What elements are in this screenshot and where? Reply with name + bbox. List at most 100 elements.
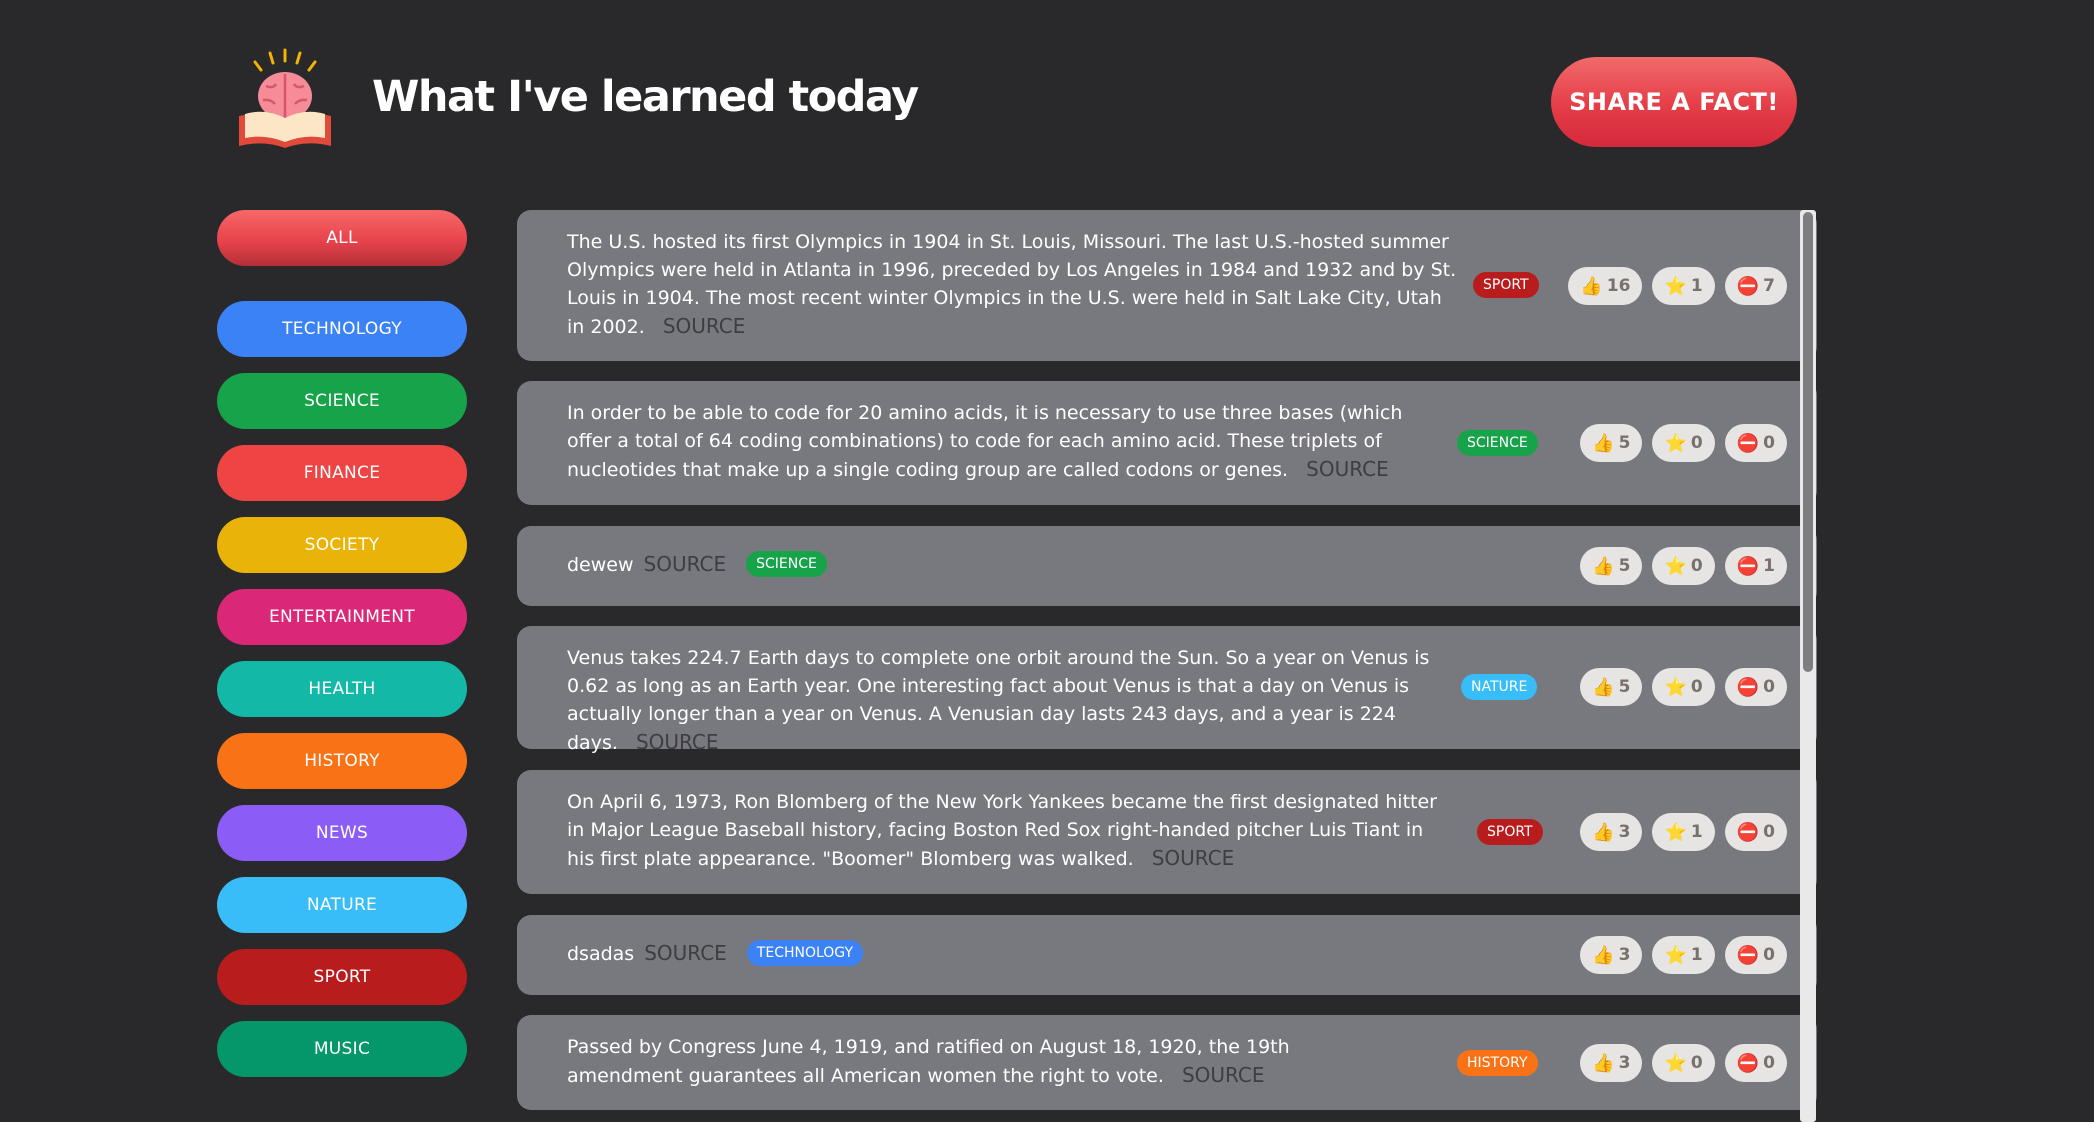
dislike-count: 0 (1763, 822, 1775, 842)
dislike-button[interactable]: ⛔ 0 (1724, 424, 1787, 462)
star-button[interactable]: ⭐ 0 (1652, 424, 1715, 462)
dislike-button[interactable]: ⛔ 0 (1724, 936, 1787, 974)
thumbs-up-icon: 👍 (1592, 555, 1615, 577)
dislike-count: 1 (1763, 556, 1775, 576)
fact-text: The U.S. hosted its first Olympics in 19… (567, 228, 1457, 341)
source-link[interactable]: SOURCE (1152, 846, 1235, 870)
star-count: 0 (1690, 1053, 1703, 1073)
dislike-button[interactable]: ⛔ 7 (1724, 267, 1787, 305)
no-entry-icon: ⛔ (1736, 676, 1760, 698)
category-finance-button[interactable]: FINANCE (217, 445, 467, 501)
fact-item: Venus takes 224.7 Earth days to complete… (517, 626, 1817, 754)
category-technology-button[interactable]: TECHNOLOGY (217, 301, 467, 357)
star-icon: ⭐ (1664, 1052, 1687, 1074)
dislike-count: 0 (1763, 433, 1775, 453)
category-tag: SCIENCE (1457, 430, 1538, 456)
thumbs-up-icon: 👍 (1592, 1052, 1615, 1074)
fact-text: dewew SOURCE SCIENCE (567, 550, 1467, 579)
category-history-button[interactable]: HISTORY (217, 733, 467, 789)
star-count: 1 (1690, 822, 1703, 842)
fact-item: dewew SOURCE SCIENCE 👍 5 ⭐ 0 ⛔ 1 (517, 526, 1817, 606)
thumbs-up-icon: 👍 (1580, 275, 1603, 297)
no-entry-icon: ⛔ (1736, 944, 1760, 966)
no-entry-icon: ⛔ (1736, 555, 1760, 577)
fact-body: dsadas (567, 943, 635, 965)
like-button[interactable]: 👍 3 (1580, 1044, 1643, 1082)
facts-scrollbar[interactable] (1800, 210, 1816, 1122)
fact-item: dsadas SOURCE TECHNOLOGY 👍 3 ⭐ 1 ⛔ 0 (517, 915, 1817, 995)
source-link[interactable]: SOURCE (1306, 457, 1389, 481)
star-icon: ⭐ (1664, 944, 1687, 966)
like-button[interactable]: 👍 3 (1580, 813, 1643, 851)
like-count: 5 (1618, 433, 1631, 453)
source-link[interactable]: SOURCE (636, 730, 719, 754)
star-button[interactable]: ⭐ 1 (1652, 936, 1715, 974)
like-count: 5 (1618, 677, 1631, 697)
fact-text: Passed by Congress June 4, 1919, and rat… (567, 1033, 1387, 1090)
thumbs-up-icon: 👍 (1592, 432, 1615, 454)
source-link[interactable]: SOURCE (644, 552, 727, 576)
fact-item: On April 6, 1973, Ron Blomberg of the Ne… (517, 770, 1817, 894)
dislike-button[interactable]: ⛔ 0 (1724, 813, 1787, 851)
like-button[interactable]: 👍 5 (1580, 547, 1643, 585)
vote-buttons: 👍 5 ⭐ 0 ⛔ 0 (1580, 424, 1787, 462)
no-entry-icon: ⛔ (1736, 275, 1760, 297)
dislike-button[interactable]: ⛔ 0 (1724, 1044, 1787, 1082)
source-link[interactable]: SOURCE (1182, 1063, 1265, 1087)
thumbs-up-icon: 👍 (1592, 821, 1615, 843)
category-tag: NATURE (1461, 674, 1538, 700)
vote-buttons: 👍 5 ⭐ 0 ⛔ 1 (1580, 547, 1787, 585)
like-button[interactable]: 👍 3 (1580, 936, 1643, 974)
no-entry-icon: ⛔ (1736, 821, 1760, 843)
category-health-button[interactable]: HEALTH (217, 661, 467, 717)
category-society-button[interactable]: SOCIETY (217, 517, 467, 573)
dislike-button[interactable]: ⛔ 1 (1724, 547, 1787, 585)
dislike-count: 0 (1763, 1053, 1775, 1073)
star-button[interactable]: ⭐ 0 (1652, 547, 1715, 585)
vote-buttons: 👍 3 ⭐ 0 ⛔ 0 (1580, 1044, 1787, 1082)
like-button[interactable]: 👍 16 (1568, 267, 1643, 305)
vote-buttons: 👍 3 ⭐ 1 ⛔ 0 (1580, 936, 1787, 974)
like-button[interactable]: 👍 5 (1580, 424, 1643, 462)
category-sport-button[interactable]: SPORT (217, 949, 467, 1005)
category-nature-button[interactable]: NATURE (217, 877, 467, 933)
fact-body: dewew (567, 554, 634, 576)
like-button[interactable]: 👍 5 (1580, 668, 1643, 706)
category-tag: SCIENCE (746, 550, 827, 577)
thumbs-up-icon: 👍 (1592, 676, 1615, 698)
category-tag: SPORT (1477, 819, 1543, 845)
fact-item: The U.S. hosted its first Olympics in 19… (517, 210, 1817, 361)
like-count: 5 (1618, 556, 1631, 576)
category-entertainment-button[interactable]: ENTERTAINMENT (217, 589, 467, 645)
dislike-count: 7 (1763, 276, 1775, 296)
star-button[interactable]: ⭐ 0 (1652, 1044, 1715, 1082)
fact-text: On April 6, 1973, Ron Blomberg of the Ne… (567, 788, 1447, 873)
header: What I've learned today SHARE A FACT! (217, 40, 1797, 170)
scrollbar-thumb[interactable] (1803, 212, 1813, 672)
no-entry-icon: ⛔ (1736, 1052, 1760, 1074)
star-button[interactable]: ⭐ 1 (1652, 813, 1715, 851)
category-news-button[interactable]: NEWS (217, 805, 467, 861)
star-count: 0 (1690, 677, 1703, 697)
category-all-button[interactable]: ALL (217, 210, 467, 266)
dislike-count: 0 (1763, 945, 1775, 965)
fact-item: In order to be able to code for 20 amino… (517, 381, 1817, 505)
like-count: 3 (1618, 1053, 1631, 1073)
source-link[interactable]: SOURCE (644, 941, 727, 965)
category-science-button[interactable]: SCIENCE (217, 373, 467, 429)
facts-list: The U.S. hosted its first Olympics in 19… (517, 210, 1817, 1122)
fact-text: In order to be able to code for 20 amino… (567, 399, 1447, 484)
star-button[interactable]: ⭐ 0 (1652, 668, 1715, 706)
star-count: 0 (1690, 556, 1703, 576)
star-button[interactable]: ⭐ 1 (1652, 267, 1715, 305)
category-music-button[interactable]: MUSIC (217, 1021, 467, 1077)
star-count: 0 (1690, 433, 1703, 453)
star-icon: ⭐ (1664, 676, 1687, 698)
share-fact-button[interactable]: SHARE A FACT! (1551, 57, 1797, 147)
fact-text: dsadas SOURCE TECHNOLOGY (567, 939, 1467, 968)
vote-buttons: 👍 16 ⭐ 1 ⛔ 7 (1568, 267, 1787, 305)
star-icon: ⭐ (1664, 432, 1687, 454)
dislike-button[interactable]: ⛔ 0 (1724, 668, 1787, 706)
vote-buttons: 👍 5 ⭐ 0 ⛔ 0 (1580, 668, 1787, 706)
source-link[interactable]: SOURCE (663, 314, 746, 338)
